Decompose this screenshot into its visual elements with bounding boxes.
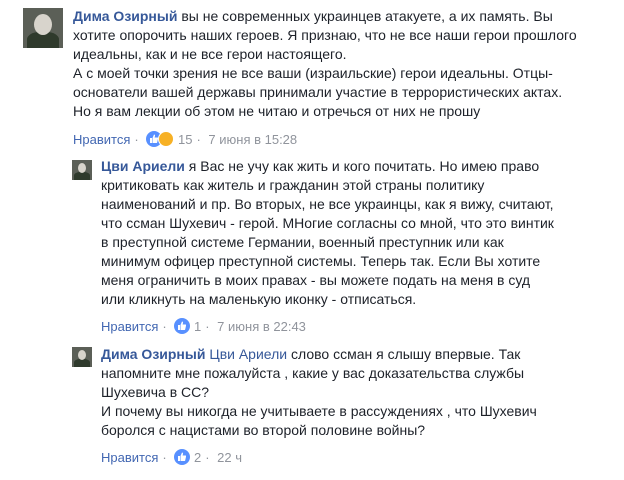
comment-actions: Нравится · 1 · 7 июня в 22:43 — [101, 318, 306, 338]
like-button[interactable]: Нравится — [101, 319, 158, 334]
author-name[interactable]: Цви Ариели — [101, 158, 185, 174]
like-button[interactable]: Нравится — [73, 132, 130, 147]
comment-text: критиковать как житель и гражданин этой … — [101, 177, 485, 193]
reaction-count[interactable]: 1 — [194, 319, 201, 334]
comment-text: Но я вам лекции об этом не читаю и отреч… — [73, 103, 481, 119]
like-reaction-icon — [174, 318, 191, 334]
reactions[interactable] — [146, 131, 175, 151]
comment-actions: Нравится · 15 · 7 июня в 15:28 — [73, 131, 297, 151]
comment-text: что ссман Шухевич - герой. МНогие соглас… — [101, 215, 554, 231]
avatar[interactable] — [23, 8, 63, 48]
comment-line: Цви Ариели я Вас не учу как жить и кого … — [101, 157, 601, 176]
reaction-count[interactable]: 15 — [178, 132, 192, 147]
comment-line: Дима Озирный вы не современных украинцев… — [73, 7, 593, 26]
comment-text: А с моей точки зрения не все ваши (израи… — [73, 65, 553, 81]
avatar[interactable] — [72, 347, 92, 367]
comment-timestamp[interactable]: 22 ч — [217, 450, 242, 465]
comment-line: Дима Озирный Цви Ариели слово ссман я сл… — [101, 345, 601, 364]
comment-text: напомните мне пожалуйста , какие у вас д… — [101, 365, 525, 381]
mention-link[interactable]: Цви Ариели — [209, 346, 287, 362]
like-button[interactable]: Нравится — [101, 450, 158, 465]
comment-text: вы не современных украинцев атакуете, а … — [181, 8, 553, 24]
comment-timestamp[interactable]: 7 июня в 22:43 — [217, 319, 306, 334]
comment-actions: Нравится · 2 · 22 ч — [101, 449, 242, 469]
reactions[interactable] — [174, 318, 191, 338]
comment-timestamp[interactable]: 7 июня в 15:28 — [208, 132, 297, 147]
comment-text: я Вас не учу как жить и кого почитать. Н… — [188, 158, 540, 174]
comment-text: слово ссман я слышу впервые. Так — [291, 346, 521, 362]
comment-text: боролся с нацистами во второй половине в… — [101, 422, 426, 438]
wow-reaction-icon — [158, 131, 175, 147]
avatar[interactable] — [72, 160, 92, 180]
reactions[interactable] — [174, 449, 191, 469]
comment-text: в преступной системе Германии, военный п… — [101, 234, 504, 250]
comment-text: наименований и пр. Во вторых, не все укр… — [101, 196, 554, 212]
author-name[interactable]: Дима Озирный — [73, 8, 177, 24]
reaction-count[interactable]: 2 — [194, 450, 201, 465]
comment-text: И почему вы никогда не учитываете в расс… — [101, 403, 537, 419]
author-name[interactable]: Дима Озирный — [101, 346, 205, 362]
comment-text: или кликнуть на маленькую иконку - отпис… — [101, 291, 417, 307]
comment-text: Шухевича в СС? — [101, 384, 210, 400]
like-reaction-icon — [174, 449, 191, 465]
comment-text: идеальны, как и не все герои настоящего. — [73, 46, 347, 62]
comment-text: минимум офицер преступной системы. Тепер… — [101, 253, 541, 269]
comment-text: хотите опорочить наших героев. Я признаю… — [73, 27, 577, 43]
comment-text: меня ограничить в моих правах - вы может… — [101, 272, 531, 288]
comment-text: основатели вашей державы принимали участ… — [73, 84, 563, 100]
